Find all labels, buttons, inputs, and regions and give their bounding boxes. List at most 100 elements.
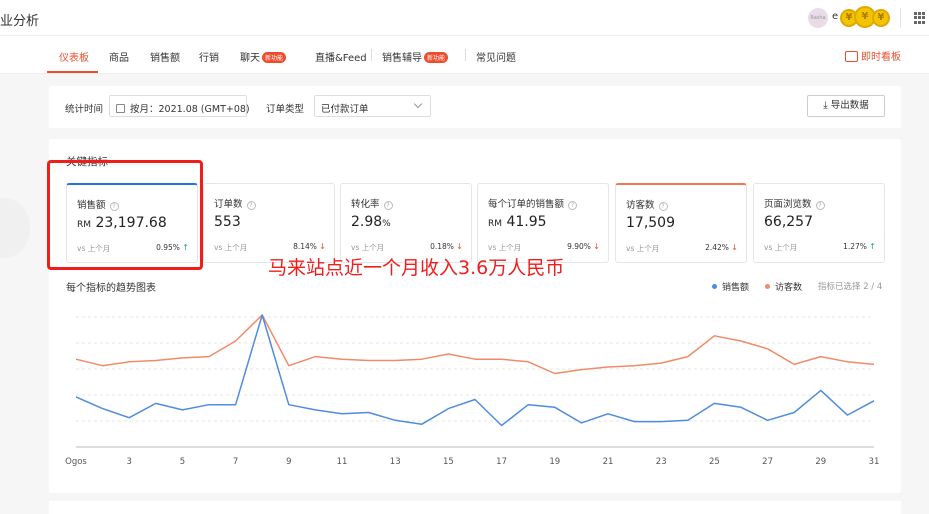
- date-picker[interactable]: 按月：2021.08 (GMT+08): [109, 95, 250, 117]
- metric-value: 2.98%: [351, 214, 391, 230]
- help-icon[interactable]: ?: [815, 201, 825, 210]
- x-tick-label: 21: [603, 457, 614, 467]
- legend-dot: [765, 284, 770, 289]
- download-icon: ⤓: [823, 100, 828, 111]
- tab-products[interactable]: 商品: [109, 49, 129, 64]
- x-tick-label: 11: [337, 457, 348, 467]
- x-tick-label: 19: [549, 457, 560, 467]
- time-label: 统计时间: [65, 104, 104, 115]
- metric-value: RM 41.95: [488, 214, 547, 230]
- metric-compare-label: vs 上个月: [764, 243, 798, 252]
- help-icon[interactable]: ?: [246, 201, 256, 210]
- new-feature-badge: 新功能: [262, 52, 287, 63]
- x-tick-label: 27: [762, 457, 773, 467]
- app-title: 业分析: [0, 14, 40, 29]
- metric-card-conversion[interactable]: 转化率? 2.98% vs 上个月 0.18% ↓: [340, 183, 472, 263]
- coins-icon: ¥ ¥ ¥: [838, 4, 892, 32]
- metric-label: 销售额?: [77, 197, 119, 211]
- metric-value: RM 23,197.68: [77, 215, 167, 231]
- x-tick-label: 25: [709, 457, 720, 467]
- arrow-down-icon: ↓: [456, 242, 463, 251]
- tab-chat[interactable]: 聊天 新功能: [240, 49, 287, 64]
- x-tick-label: 13: [390, 457, 401, 467]
- divider: [371, 49, 372, 61]
- tab-live-feed[interactable]: 直播&Feed: [315, 49, 367, 64]
- selected-metrics-note: 指标已选择 2 / 4: [818, 282, 883, 292]
- metric-card-visitors[interactable]: 访客数? 17,509 vs 上个月 2.42% ↓: [615, 183, 747, 263]
- metric-change: 1.27% ↑: [843, 242, 876, 251]
- legend-item-visitors[interactable]: 访客数: [765, 280, 802, 293]
- metric-value: 66,257: [764, 214, 813, 230]
- calendar-icon: [116, 104, 125, 113]
- legend-item-sales[interactable]: 销售额: [712, 280, 749, 293]
- trend-chart-icon: [845, 51, 858, 62]
- metric-compare-label: vs 上个月: [214, 243, 248, 252]
- metric-card-orders[interactable]: 订单数? 553 vs 上个月 8.14% ↓: [203, 183, 335, 263]
- arrow-down-icon: ↓: [319, 242, 326, 251]
- active-tab-indicator: [47, 71, 98, 73]
- x-tick-label: 23: [656, 457, 667, 467]
- x-tick-label: 15: [443, 457, 454, 467]
- x-tick-label: 17: [496, 457, 507, 467]
- metric-value: 17,509: [626, 215, 675, 231]
- x-tick-label: 7: [233, 457, 238, 467]
- metric-change: 9.90% ↓: [567, 242, 600, 251]
- metric-label: 转化率?: [351, 196, 393, 210]
- order-type-select[interactable]: 已付款订单: [314, 95, 431, 117]
- metric-compare-label: vs 上个月: [351, 243, 385, 252]
- order-type-value: 已付款订单: [321, 104, 369, 115]
- x-tick-label: 29: [815, 457, 826, 467]
- top-bar: 业分析 Rasha e ¥ ¥ ¥: [0, 0, 929, 36]
- metric-change: 8.14% ↓: [293, 242, 326, 251]
- trend-chart: Ogos 3 5 7 9 11 13 15 17 19 21 23 25 27 29 31: [65, 314, 879, 467]
- metric-change: 2.42% ↓: [705, 243, 738, 252]
- x-tick-label: 5: [180, 457, 185, 467]
- tab-sales-coaching-label: 销售辅导: [382, 53, 422, 64]
- tab-sales[interactable]: 销售额: [150, 49, 180, 64]
- divider: [900, 8, 901, 28]
- x-tick-label: 3: [126, 457, 131, 467]
- help-icon[interactable]: ?: [658, 202, 668, 211]
- arrow-down-icon: ↓: [731, 243, 738, 252]
- realtime-dashboard-link[interactable]: 即时看板: [845, 48, 901, 63]
- metric-label: 页面浏览数?: [764, 196, 825, 210]
- tab-faq[interactable]: 常见问题: [476, 49, 516, 64]
- metric-card-sales-per-order[interactable]: 每个订单的销售额? RM 41.95 vs 上个月 9.90% ↓: [477, 183, 609, 263]
- metric-value: 553: [214, 214, 241, 230]
- series-line-sales[interactable]: [75, 314, 875, 427]
- avatar[interactable]: Rasha: [808, 8, 828, 28]
- date-value: 按月：2021.08 (GMT+08): [130, 104, 250, 115]
- trend-chart-title: 每个指标的趋势图表: [66, 283, 156, 294]
- realtime-label: 即时看板: [861, 52, 901, 63]
- tab-chat-label: 聊天: [240, 53, 260, 64]
- annotation-text: 马来站点近一个月收入3.6万人民币: [268, 257, 565, 279]
- carousel-prev-button[interactable]: [0, 198, 30, 258]
- x-tick-label: 9: [286, 457, 291, 467]
- app-grid-icon[interactable]: [914, 12, 926, 24]
- filter-bar: 统计时间 按月：2021.08 (GMT+08) 订单类型 已付款订单 ⤓ 导出数…: [49, 86, 901, 128]
- help-icon[interactable]: ?: [109, 202, 119, 211]
- arrow-up-icon: ↑: [182, 243, 189, 252]
- arrow-up-icon: ↑: [869, 242, 876, 251]
- export-label: 导出数据: [830, 100, 869, 111]
- x-tick-label: Ogos: [65, 457, 87, 467]
- tab-sales-coaching[interactable]: 销售辅导 新功能: [382, 49, 449, 64]
- tab-marketing[interactable]: 行销: [199, 49, 219, 64]
- metric-compare-label: vs 上个月: [488, 243, 522, 252]
- tab-dashboard[interactable]: 仪表板: [59, 49, 89, 64]
- help-icon[interactable]: ?: [568, 201, 578, 210]
- series-line-visitors[interactable]: [75, 314, 875, 375]
- metric-change: 0.18% ↓: [430, 242, 463, 251]
- arrow-down-icon: ↓: [593, 242, 600, 251]
- export-button[interactable]: ⤓ 导出数据: [807, 95, 885, 117]
- metric-card-page-views[interactable]: 页面浏览数? 66,257 vs 上个月 1.27% ↑: [753, 183, 885, 263]
- help-icon[interactable]: ?: [383, 201, 393, 210]
- metric-change: 0.95% ↑: [156, 243, 189, 252]
- divider: [465, 49, 466, 61]
- metric-compare-label: vs 上个月: [77, 244, 111, 253]
- section-title: 关键指标: [66, 156, 108, 168]
- order-type-label: 订单类型: [266, 104, 305, 115]
- new-feature-badge: 新功能: [424, 52, 449, 63]
- metric-compare-label: vs 上个月: [626, 244, 660, 253]
- metric-card-sales[interactable]: 销售额? RM 23,197.68 vs 上个月 0.95% ↑: [66, 183, 198, 263]
